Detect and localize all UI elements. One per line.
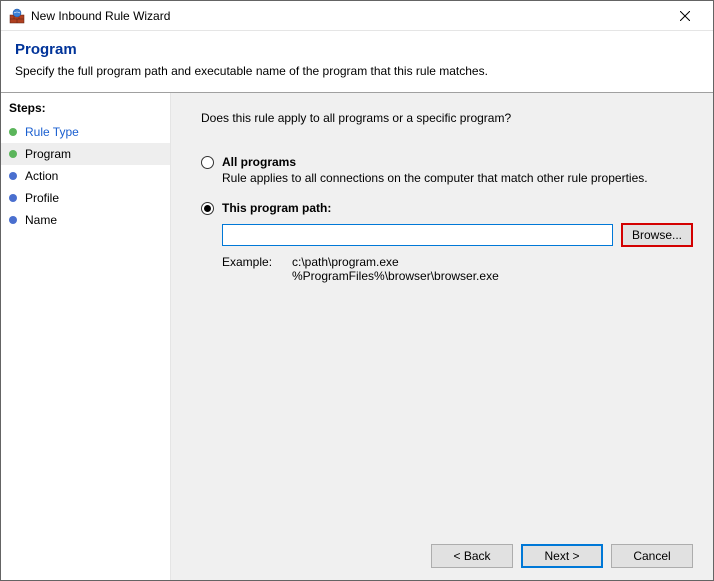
wizard-window: New Inbound Rule Wizard Program Specify … <box>0 0 714 581</box>
step-label: Profile <box>25 191 59 205</box>
step-program: Program <box>1 143 170 165</box>
titlebar: New Inbound Rule Wizard <box>1 1 713 31</box>
option-all-desc: Rule applies to all connections on the c… <box>222 171 693 185</box>
step-name: Name <box>1 209 170 231</box>
page-heading: Program <box>15 41 699 58</box>
step-label: Action <box>25 169 58 183</box>
step-label: Name <box>25 213 57 227</box>
example-row: Example: c:\path\program.exe %ProgramFil… <box>222 255 693 283</box>
example-label: Example: <box>222 255 292 283</box>
step-bullet-icon <box>9 194 17 202</box>
close-icon <box>680 11 690 21</box>
option-all-row[interactable]: All programs <box>201 155 693 169</box>
firewall-icon <box>9 8 25 24</box>
wizard-body: Steps: Rule Type Program Action Profile … <box>1 92 713 580</box>
step-link[interactable]: Rule Type <box>25 125 79 139</box>
cancel-button[interactable]: Cancel <box>611 544 693 568</box>
wizard-header: Program Specify the full program path an… <box>1 31 713 92</box>
spacer <box>201 299 693 536</box>
option-all-label: All programs <box>222 155 296 169</box>
main-panel: Does this rule apply to all programs or … <box>171 93 713 580</box>
steps-sidebar: Steps: Rule Type Program Action Profile … <box>1 93 171 580</box>
option-program-path: This program path: Browse... Example: c:… <box>201 201 693 283</box>
step-label: Program <box>25 147 71 161</box>
step-bullet-icon <box>9 150 17 158</box>
step-bullet-icon <box>9 216 17 224</box>
step-action: Action <box>1 165 170 187</box>
option-path-label: This program path: <box>222 201 331 215</box>
radio-all-programs[interactable] <box>201 156 214 169</box>
window-title: New Inbound Rule Wizard <box>31 9 665 23</box>
close-button[interactable] <box>665 2 705 30</box>
browse-button[interactable]: Browse... <box>621 223 693 247</box>
page-subtitle: Specify the full program path and execut… <box>15 64 699 78</box>
path-input-row: Browse... <box>222 223 693 247</box>
radio-program-path[interactable] <box>201 202 214 215</box>
next-button[interactable]: Next > <box>521 544 603 568</box>
option-all-programs: All programs Rule applies to all connect… <box>201 155 693 185</box>
steps-label: Steps: <box>1 97 170 121</box>
program-path-input[interactable] <box>222 224 613 246</box>
back-button[interactable]: < Back <box>431 544 513 568</box>
option-path-row[interactable]: This program path: <box>201 201 693 215</box>
step-bullet-icon <box>9 128 17 136</box>
button-row: < Back Next > Cancel <box>201 536 693 568</box>
question-text: Does this rule apply to all programs or … <box>201 111 693 125</box>
step-rule-type[interactable]: Rule Type <box>1 121 170 143</box>
step-profile: Profile <box>1 187 170 209</box>
step-bullet-icon <box>9 172 17 180</box>
example-text: c:\path\program.exe %ProgramFiles%\brows… <box>292 255 499 283</box>
